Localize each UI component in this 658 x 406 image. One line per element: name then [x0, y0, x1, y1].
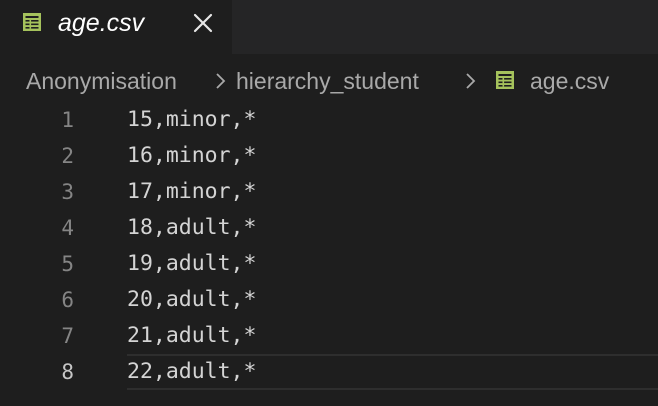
- line-text[interactable]: 15,minor,*: [127, 106, 256, 134]
- line-number: 5: [61, 252, 74, 276]
- editor-line[interactable]: 2 16,minor,*: [0, 138, 658, 174]
- line-number: 7: [61, 324, 74, 348]
- line-text[interactable]: 16,minor,*: [127, 142, 256, 170]
- csv-table-icon: [23, 13, 41, 31]
- line-number: 1: [61, 108, 74, 132]
- editor-line-current[interactable]: 8 22,adult,*: [0, 354, 658, 390]
- code-editor[interactable]: 1 15,minor,* 2 16,minor,* 3 17,minor,* 4…: [0, 100, 658, 406]
- line-number: 6: [61, 288, 74, 312]
- breadcrumb-item-anonymisation[interactable]: Anonymisation: [26, 67, 177, 95]
- line-text[interactable]: 22,adult,*: [127, 358, 256, 386]
- close-icon[interactable]: [191, 11, 215, 35]
- tab-label: age.csv: [58, 9, 145, 37]
- line-text[interactable]: 17,minor,*: [127, 178, 256, 206]
- editor-line[interactable]: 6 20,adult,*: [0, 282, 658, 318]
- chevron-right-icon: [466, 73, 476, 89]
- editor-line[interactable]: 1 15,minor,*: [0, 102, 658, 138]
- csv-table-icon: [496, 71, 514, 89]
- editor-line[interactable]: 5 19,adult,*: [0, 246, 658, 282]
- breadcrumb: Anonymisation hierarchy_student age.csv: [0, 54, 658, 100]
- editor-line[interactable]: 3 17,minor,*: [0, 174, 658, 210]
- breadcrumb-item-hierarchy-student[interactable]: hierarchy_student: [236, 67, 419, 95]
- editor-line[interactable]: 7 21,adult,*: [0, 318, 658, 354]
- editor-line[interactable]: 4 18,adult,*: [0, 210, 658, 246]
- breadcrumb-item-age-csv[interactable]: age.csv: [530, 67, 609, 95]
- line-text[interactable]: 20,adult,*: [127, 286, 256, 314]
- line-number: 3: [61, 180, 74, 204]
- chevron-right-icon: [216, 73, 226, 89]
- line-text[interactable]: 18,adult,*: [127, 214, 256, 242]
- tab-bar: age.csv: [0, 0, 658, 54]
- line-number: 4: [61, 216, 74, 240]
- editor-window: age.csv Anonymisation hierarchy_student …: [0, 0, 658, 406]
- line-text[interactable]: 19,adult,*: [127, 250, 256, 278]
- line-text[interactable]: 21,adult,*: [127, 322, 256, 350]
- tab-age-csv[interactable]: age.csv: [0, 0, 232, 54]
- line-number: 2: [61, 144, 74, 168]
- line-number: 8: [61, 360, 74, 384]
